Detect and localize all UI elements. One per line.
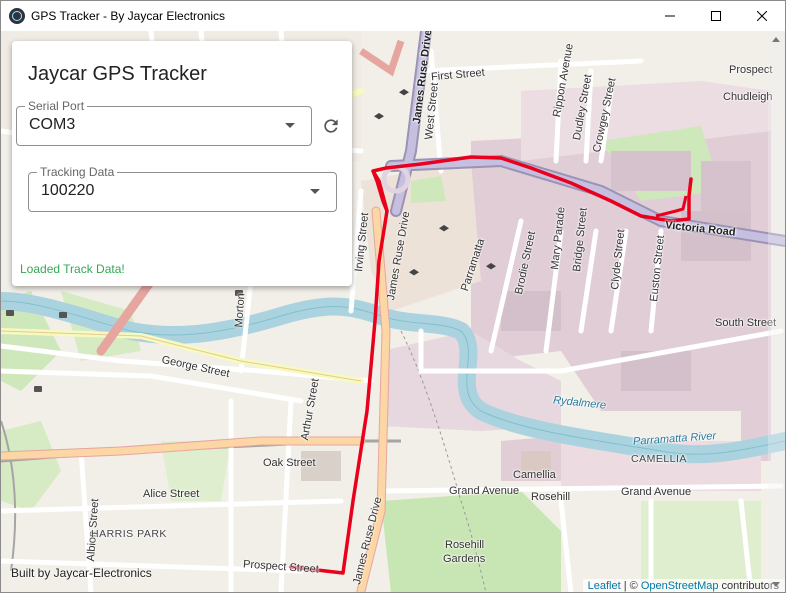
map-attribution: Leaflet | © OpenStreetMap contributors	[582, 579, 785, 592]
minimize-button[interactable]	[647, 1, 693, 31]
tracking-data-select[interactable]: Tracking Data 100220	[28, 165, 337, 212]
maximize-button[interactable]	[693, 1, 739, 31]
close-button[interactable]	[739, 1, 785, 31]
vertical-scrollbar[interactable]	[768, 31, 785, 592]
openstreetmap-link[interactable]: OpenStreetMap	[641, 580, 719, 592]
control-panel: Jaycar GPS Tracker Serial Port COM3 Trac…	[12, 41, 352, 286]
window-title: GPS Tracker - By Jaycar Electronics	[31, 9, 226, 23]
bus-stop-icon	[34, 386, 42, 392]
minimize-icon	[665, 15, 675, 17]
close-icon	[757, 11, 767, 21]
title-bar[interactable]: GPS Tracker - By Jaycar Electronics	[1, 1, 785, 31]
maximize-icon	[711, 11, 721, 21]
serial-port-label: Serial Port	[25, 99, 88, 113]
serial-port-value: COM3	[29, 116, 76, 133]
bus-stop-icon	[59, 312, 67, 318]
chevron-down-icon	[285, 123, 295, 128]
status-message: Loaded Track Data!	[20, 262, 125, 276]
app-window: GPS Tracker - By Jaycar Electronics Jame…	[0, 0, 786, 593]
chevron-down-icon	[310, 189, 320, 194]
electron-app-icon	[9, 8, 25, 24]
bus-stop-icon	[6, 310, 14, 316]
scroll-up-arrow-icon[interactable]	[772, 37, 780, 42]
refresh-icon	[324, 119, 338, 133]
attribution-separator: | ©	[620, 580, 641, 592]
leaflet-link[interactable]: Leaflet	[588, 580, 621, 592]
scroll-down-arrow-icon[interactable]	[772, 582, 780, 587]
bus-stop-icon	[235, 290, 243, 296]
footer-credit: Built by Jaycar-Electronics	[11, 566, 152, 580]
refresh-button[interactable]	[318, 113, 344, 139]
map-view[interactable]: James Ruse Drive First Street West Stree…	[1, 31, 785, 592]
panel-title: Jaycar GPS Tracker	[28, 63, 207, 85]
tracking-data-value: 100220	[41, 182, 95, 199]
tracking-data-label: Tracking Data	[37, 165, 118, 179]
serial-port-select[interactable]: Serial Port COM3	[16, 99, 312, 146]
